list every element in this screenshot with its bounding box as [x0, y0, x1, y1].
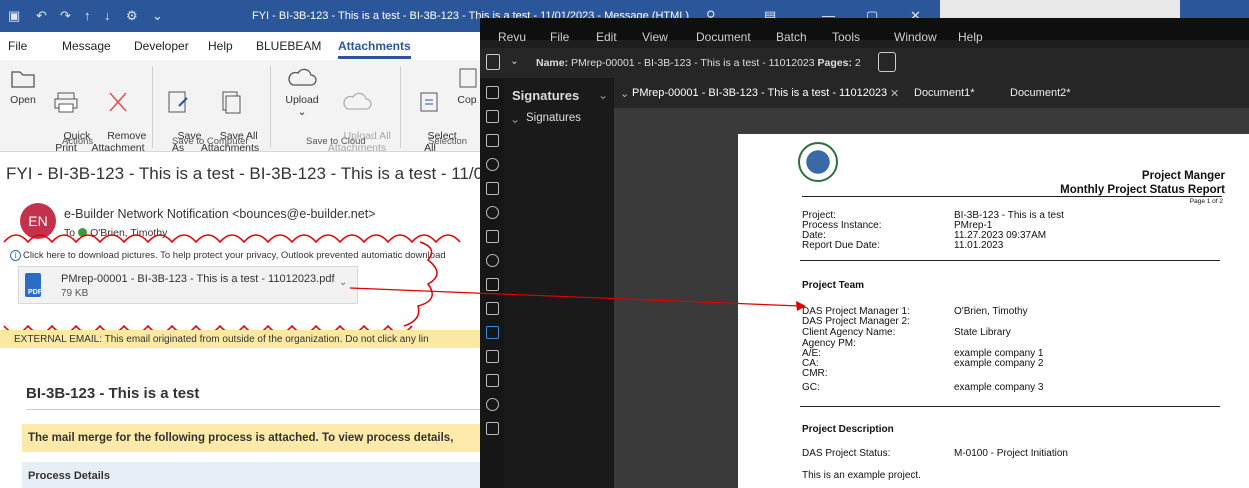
annotation-arrow [349, 287, 806, 311]
screen: ▣ ↶ ↷ ↑ ↓ ⚙ ⌄ FYI - BI-3B-123 - This is … [0, 0, 1249, 488]
